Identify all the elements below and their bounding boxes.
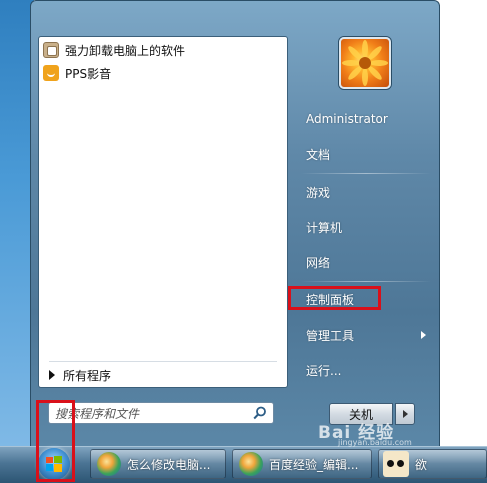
menu-item-admin-tools[interactable]: 管理工具 — [306, 323, 354, 347]
highlight-control-panel — [288, 286, 381, 310]
taskbar-button-avatar[interactable]: 欲 — [378, 449, 487, 479]
ie-browser-icon — [97, 452, 121, 476]
user-picture[interactable] — [339, 37, 391, 89]
start-menu: 强力卸载电脑上的软件 PPS影音 所有程序 搜索程序和文件 Administra… — [30, 0, 440, 446]
desktop-background — [0, 0, 34, 446]
menu-item-network[interactable]: 网络 — [306, 250, 330, 274]
taskbar-button-label: 怎么修改电脑... — [127, 457, 211, 472]
program-item-pps[interactable]: PPS影音 — [43, 62, 281, 84]
taskbar-button-ie-1[interactable]: 怎么修改电脑... — [90, 449, 226, 479]
menu-item-label: 游戏 — [306, 185, 331, 200]
menu-item-label: 计算机 — [306, 220, 343, 235]
pps-player-icon — [43, 65, 59, 81]
menu-item-computer[interactable]: 计算机 — [306, 215, 342, 239]
menu-item-games[interactable]: 游戏 — [306, 180, 330, 204]
submenu-arrow-icon — [421, 331, 426, 339]
menu-item-label: 文档 — [306, 147, 331, 162]
user-name-label: Administrator — [306, 112, 388, 126]
arrow-right-icon — [49, 370, 55, 380]
menu-item-label: 管理工具 — [306, 328, 355, 343]
ie-browser-icon — [239, 452, 263, 476]
all-programs-label: 所有程序 — [63, 368, 112, 383]
uninstall-app-icon — [43, 42, 59, 58]
program-item-uninstaller[interactable]: 强力卸载电脑上的软件 — [43, 39, 281, 61]
separator — [301, 173, 431, 174]
search-box[interactable] — [48, 402, 274, 424]
menu-item-label: 运行... — [306, 363, 342, 378]
all-programs-item[interactable]: 所有程序 — [49, 365, 111, 385]
programs-pane: 强力卸载电脑上的软件 PPS影音 所有程序 — [38, 36, 288, 388]
search-input[interactable] — [53, 404, 247, 424]
taskbar-button-label: 百度经验_编辑... — [269, 457, 359, 472]
avatar-icon — [383, 451, 409, 477]
program-label: 强力卸载电脑上的软件 — [65, 43, 186, 58]
separator — [301, 281, 431, 282]
menu-item-run[interactable]: 运行... — [306, 358, 341, 382]
divider — [49, 361, 277, 362]
taskbar-button-ie-2[interactable]: 百度经验_编辑... — [232, 449, 372, 479]
program-label: PPS影音 — [65, 66, 112, 81]
watermark-url: jingyan.baidu.com — [338, 438, 412, 447]
menu-item-documents[interactable]: 文档 — [306, 142, 330, 166]
menu-item-label: 网络 — [306, 255, 331, 270]
highlight-start-button — [36, 400, 75, 482]
taskbar-button-label: 欲 — [415, 457, 428, 472]
search-icon[interactable] — [253, 406, 267, 420]
user-name-item[interactable]: Administrator — [306, 107, 388, 131]
flower-icon — [342, 40, 388, 86]
shutdown-options-button[interactable] — [395, 403, 415, 425]
